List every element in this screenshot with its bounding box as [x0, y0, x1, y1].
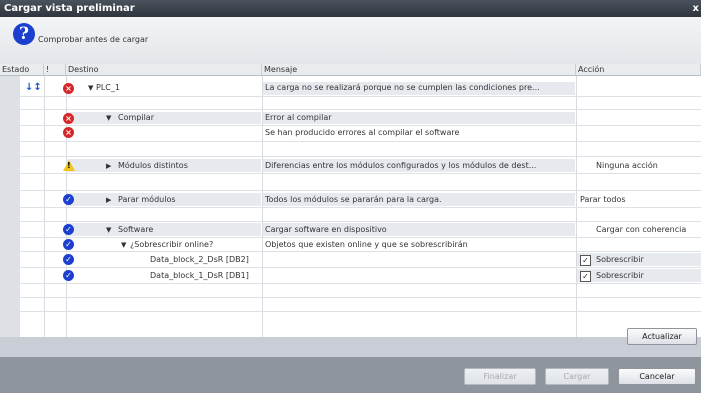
- row-shade: [67, 112, 261, 124]
- header-text: Comprobar antes de cargar: [38, 35, 149, 44]
- mensaje-cell: Todos los módulos se pararán para la car…: [265, 195, 442, 204]
- destino-cell: Parar módulos: [118, 195, 176, 204]
- finalizar-button[interactable]: Finalizar: [464, 368, 536, 385]
- destino-cell: ¿Sobrescribir online?: [130, 240, 214, 249]
- close-icon[interactable]: x: [693, 0, 699, 17]
- gridline: [20, 156, 701, 157]
- mensaje-cell: Se han producido errores al compilar el …: [265, 128, 460, 137]
- col-bang[interactable]: !: [44, 64, 66, 75]
- accion-dropdown[interactable]: Parar todos: [580, 193, 626, 207]
- gridline: [20, 141, 701, 142]
- chevron-down-icon[interactable]: ▼: [121, 241, 126, 249]
- col-mensaje[interactable]: Mensaje: [262, 64, 576, 75]
- ok-icon: ✓: [63, 239, 74, 250]
- column-header-row: Estado ! Destino Mensaje Acción: [0, 64, 701, 76]
- gridline: [20, 207, 701, 208]
- ok-icon: ✓: [63, 224, 74, 235]
- chevron-down-icon[interactable]: ▼: [106, 114, 111, 122]
- overwrite-checkbox[interactable]: ✓: [580, 271, 591, 282]
- gridline: [20, 297, 701, 298]
- destino-cell: Módulos distintos: [118, 161, 188, 170]
- mensaje-cell: Diferencias entre los módulos configurad…: [265, 161, 537, 170]
- error-icon: ×: [63, 83, 74, 94]
- mensaje-cell: Cargar software en dispositivo: [265, 225, 387, 234]
- download-icon: ↓↕: [25, 82, 42, 93]
- accion-label: Sobrescribir: [596, 255, 644, 264]
- chevron-down-icon[interactable]: ▼: [106, 226, 111, 234]
- dialog-header: ? Comprobar antes de cargar: [0, 17, 701, 65]
- overwrite-checkbox[interactable]: ✓: [580, 255, 591, 266]
- col-estado[interactable]: Estado: [0, 64, 44, 75]
- destino-cell: Software: [118, 225, 154, 234]
- col-destino[interactable]: Destino: [66, 64, 262, 75]
- error-icon: ×: [63, 127, 74, 138]
- ok-icon: ✓: [63, 194, 74, 205]
- destino-cell: Data_block_1_DsR [DB1]: [150, 271, 249, 280]
- destino-cell: Data_block_2_DsR [DB2]: [150, 255, 249, 264]
- mensaje-cell: La carga no se realizará porque no se cu…: [265, 83, 540, 92]
- actualizar-button[interactable]: Actualizar: [627, 328, 697, 345]
- ok-icon: ✓: [63, 254, 74, 265]
- gridline: [20, 221, 701, 222]
- destino-cell: Compilar: [118, 113, 154, 122]
- col-accion[interactable]: Acción: [576, 64, 701, 75]
- question-icon: ?: [13, 23, 35, 45]
- window-title: Cargar vista preliminar: [4, 3, 135, 14]
- left-strip: [0, 64, 20, 337]
- gridline: [20, 96, 701, 97]
- accion-dropdown[interactable]: Ninguna acción: [596, 159, 658, 173]
- warning-icon: !: [63, 160, 75, 171]
- row-shade: [67, 223, 261, 236]
- gridline: [20, 283, 701, 284]
- cancelar-button[interactable]: Cancelar: [618, 368, 696, 385]
- ok-icon: ✓: [63, 270, 74, 281]
- gridline: [20, 173, 701, 174]
- gridline: [20, 311, 701, 312]
- accion-dropdown[interactable]: Cargar con coherencia: [596, 223, 686, 237]
- gridline: [20, 109, 701, 110]
- title-bar: Cargar vista preliminar x: [0, 0, 701, 17]
- gridline: [20, 267, 701, 268]
- cargar-button[interactable]: Cargar: [545, 368, 609, 385]
- accion-label: Sobrescribir: [596, 271, 644, 280]
- mensaje-cell: Objetos que existen online y que se sobr…: [265, 240, 468, 249]
- chevron-down-icon[interactable]: ▼: [88, 84, 93, 92]
- error-icon: ×: [63, 113, 74, 124]
- destino-cell: PLC_1: [96, 83, 120, 92]
- gridline: [20, 190, 701, 191]
- chevron-right-icon[interactable]: ▶: [106, 196, 111, 204]
- mensaje-cell: Error al compilar: [265, 113, 332, 122]
- chevron-right-icon[interactable]: ▶: [106, 162, 111, 170]
